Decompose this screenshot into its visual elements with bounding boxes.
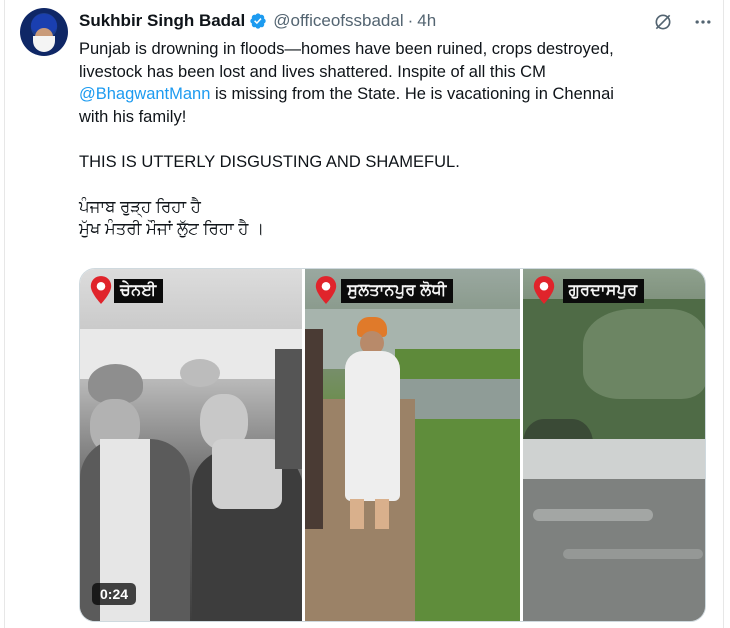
location-label: ਸੁਲਤਾਨਪੁਰ ਲੋਧੀ <box>341 279 453 303</box>
author-name[interactable]: Sukhbir Singh Badal <box>79 11 245 31</box>
tweet-line: @BhagwantMann is missing from the State.… <box>79 83 709 106</box>
tweet-actions-top <box>653 12 713 32</box>
video-panel-sultanpur-lodhi: ਸੁਲਤਾਨਪੁਰ ਲੋਧੀ <box>305 269 520 621</box>
location-label: ਚੇਨਈ <box>114 279 163 303</box>
location-pin-icon <box>316 276 337 304</box>
tweet-text: Punjab is drowning in floods—homes have … <box>79 38 709 241</box>
tweet-line: livestock has been lost and lives shatte… <box>79 62 546 81</box>
grok-icon[interactable] <box>653 12 673 32</box>
tweet-line: with his family! <box>79 107 187 126</box>
timestamp[interactable]: 4h <box>417 11 436 31</box>
more-icon[interactable] <box>693 12 713 32</box>
separator-dot: · <box>407 11 414 30</box>
avatar[interactable] <box>20 8 68 56</box>
tweet-line: ਮੁੱਖ ਮੰਤਰੀ ਮੌਜਾਂ ਲੁੱਟ ਰਿਹਾ ਹੈ । <box>79 220 265 238</box>
timeline-border-right <box>723 0 724 628</box>
timeline-border-left <box>4 0 5 628</box>
video-duration: 0:24 <box>92 583 137 605</box>
mention-link[interactable]: @BhagwantMann <box>79 85 210 103</box>
location-label: ਗੁਰਦਾਸਪੁਰ <box>562 279 644 303</box>
video-player[interactable]: ਚੇਨਈ 0:24 ਸੁਲਤਾਨਪੁਰ ਲੋਧੀ ਗੁਰਦਾਸਪੁਰ <box>79 268 706 622</box>
video-panel-gurdaspur: ਗੁਰਦਾਸਪੁਰ <box>522 269 705 621</box>
location-pin-icon <box>90 276 112 304</box>
verified-badge-icon <box>250 13 266 29</box>
location-pin-icon <box>533 276 554 304</box>
video-panel-chennai: ਚੇਨਈ 0:24 <box>80 269 303 621</box>
tweet-line: Punjab is drowning in floods—homes have … <box>79 40 614 58</box>
tweet-line: THIS IS UTTERLY DISGUSTING AND SHAMEFUL. <box>79 152 460 171</box>
tweet-line: ਪੰਜਾਬ ਰੁੜ੍ਹ ਰਿਹਾ ਹੈ <box>79 197 201 216</box>
tweet-header: Sukhbir Singh Badal @officeofssbadal · 4… <box>79 10 436 32</box>
author-handle[interactable]: @officeofssbadal <box>273 11 403 31</box>
tweet-line-rest: is missing from the State. He is vacatio… <box>210 85 614 103</box>
